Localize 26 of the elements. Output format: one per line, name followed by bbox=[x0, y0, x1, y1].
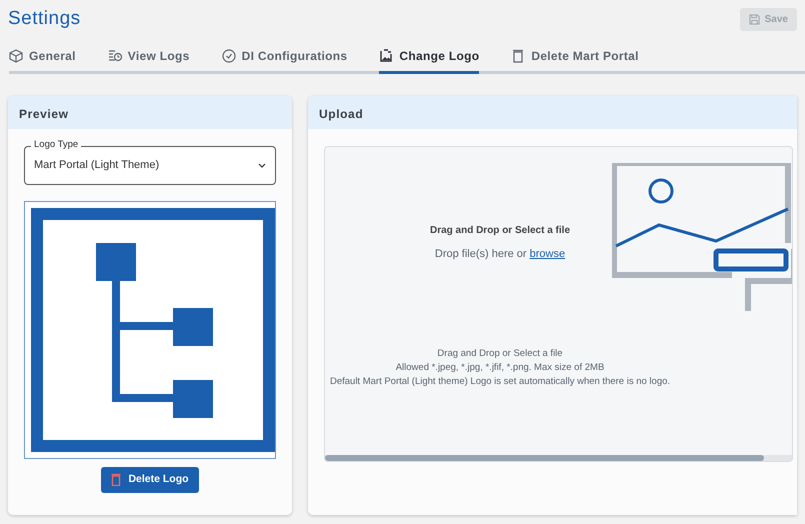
image-upload-icon bbox=[612, 163, 792, 313]
allowed-formats-note: Allowed *.jpeg, *.jpg, *.jfif, *.png. Max size of 2MB bbox=[396, 360, 604, 374]
trash-icon bbox=[111, 473, 122, 486]
chevron-icon bbox=[258, 163, 266, 168]
clock-list-icon bbox=[108, 49, 122, 63]
check-circle-icon bbox=[222, 49, 236, 63]
tab[interactable]: View Logs bbox=[108, 43, 190, 74]
card-header: Upload bbox=[308, 96, 797, 129]
default-logo-note: Default Mart Portal (Light theme) Logo is set automatically when there is no logo. bbox=[330, 374, 670, 388]
page-title: Settings bbox=[8, 8, 81, 31]
browse-link[interactable]: browse bbox=[530, 248, 566, 260]
save-icon bbox=[748, 14, 760, 25]
scrollbar[interactable] bbox=[325, 455, 792, 461]
drop-zone[interactable] bbox=[324, 146, 793, 462]
delete-logo-button[interactable]: Delete Logo bbox=[101, 467, 199, 493]
image-icon bbox=[379, 49, 394, 63]
card-header: Preview bbox=[8, 96, 292, 129]
tab[interactable]: Change Logo bbox=[379, 43, 480, 74]
upload-hint: Drag and Drop or Select a file bbox=[437, 346, 563, 360]
trash-icon bbox=[511, 49, 526, 63]
tab[interactable]: General bbox=[9, 43, 76, 74]
drop-instructions: Drop file(s) here or browse bbox=[434, 247, 566, 262]
tab[interactable]: DI Configurations bbox=[222, 43, 348, 74]
upload-heading: Drag and Drop or Select a file bbox=[430, 224, 570, 238]
tab[interactable]: Delete Mart Portal bbox=[511, 43, 639, 74]
cube-icon bbox=[9, 49, 23, 63]
